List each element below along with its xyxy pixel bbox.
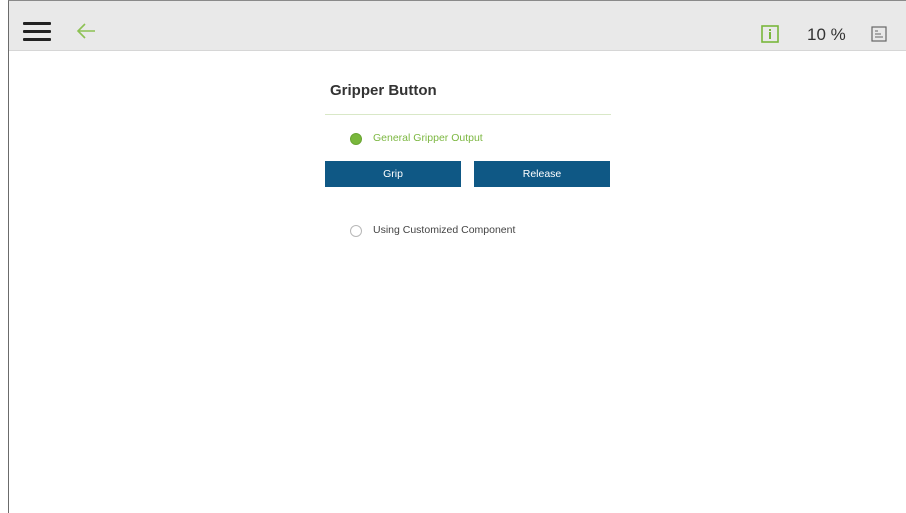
radio-unselected[interactable] xyxy=(350,225,362,237)
info-icon[interactable] xyxy=(761,25,779,43)
document-icon[interactable] xyxy=(871,26,887,42)
top-toolbar: 10 % xyxy=(9,1,906,51)
grip-button[interactable]: Grip xyxy=(325,161,461,187)
speed-percentage: 10 % xyxy=(807,25,846,44)
app-window: 10 % Gripper Button General Gripper Outp… xyxy=(8,0,906,513)
title-divider xyxy=(325,114,611,115)
back-arrow-icon[interactable] xyxy=(75,21,99,41)
hamburger-menu-icon[interactable] xyxy=(23,22,51,42)
panel-title: Gripper Button xyxy=(330,82,437,99)
radio-selected[interactable] xyxy=(350,133,362,145)
option-label: Using Customized Component xyxy=(373,224,516,236)
option-label: General Gripper Output xyxy=(373,132,483,144)
release-button[interactable]: Release xyxy=(474,161,610,187)
